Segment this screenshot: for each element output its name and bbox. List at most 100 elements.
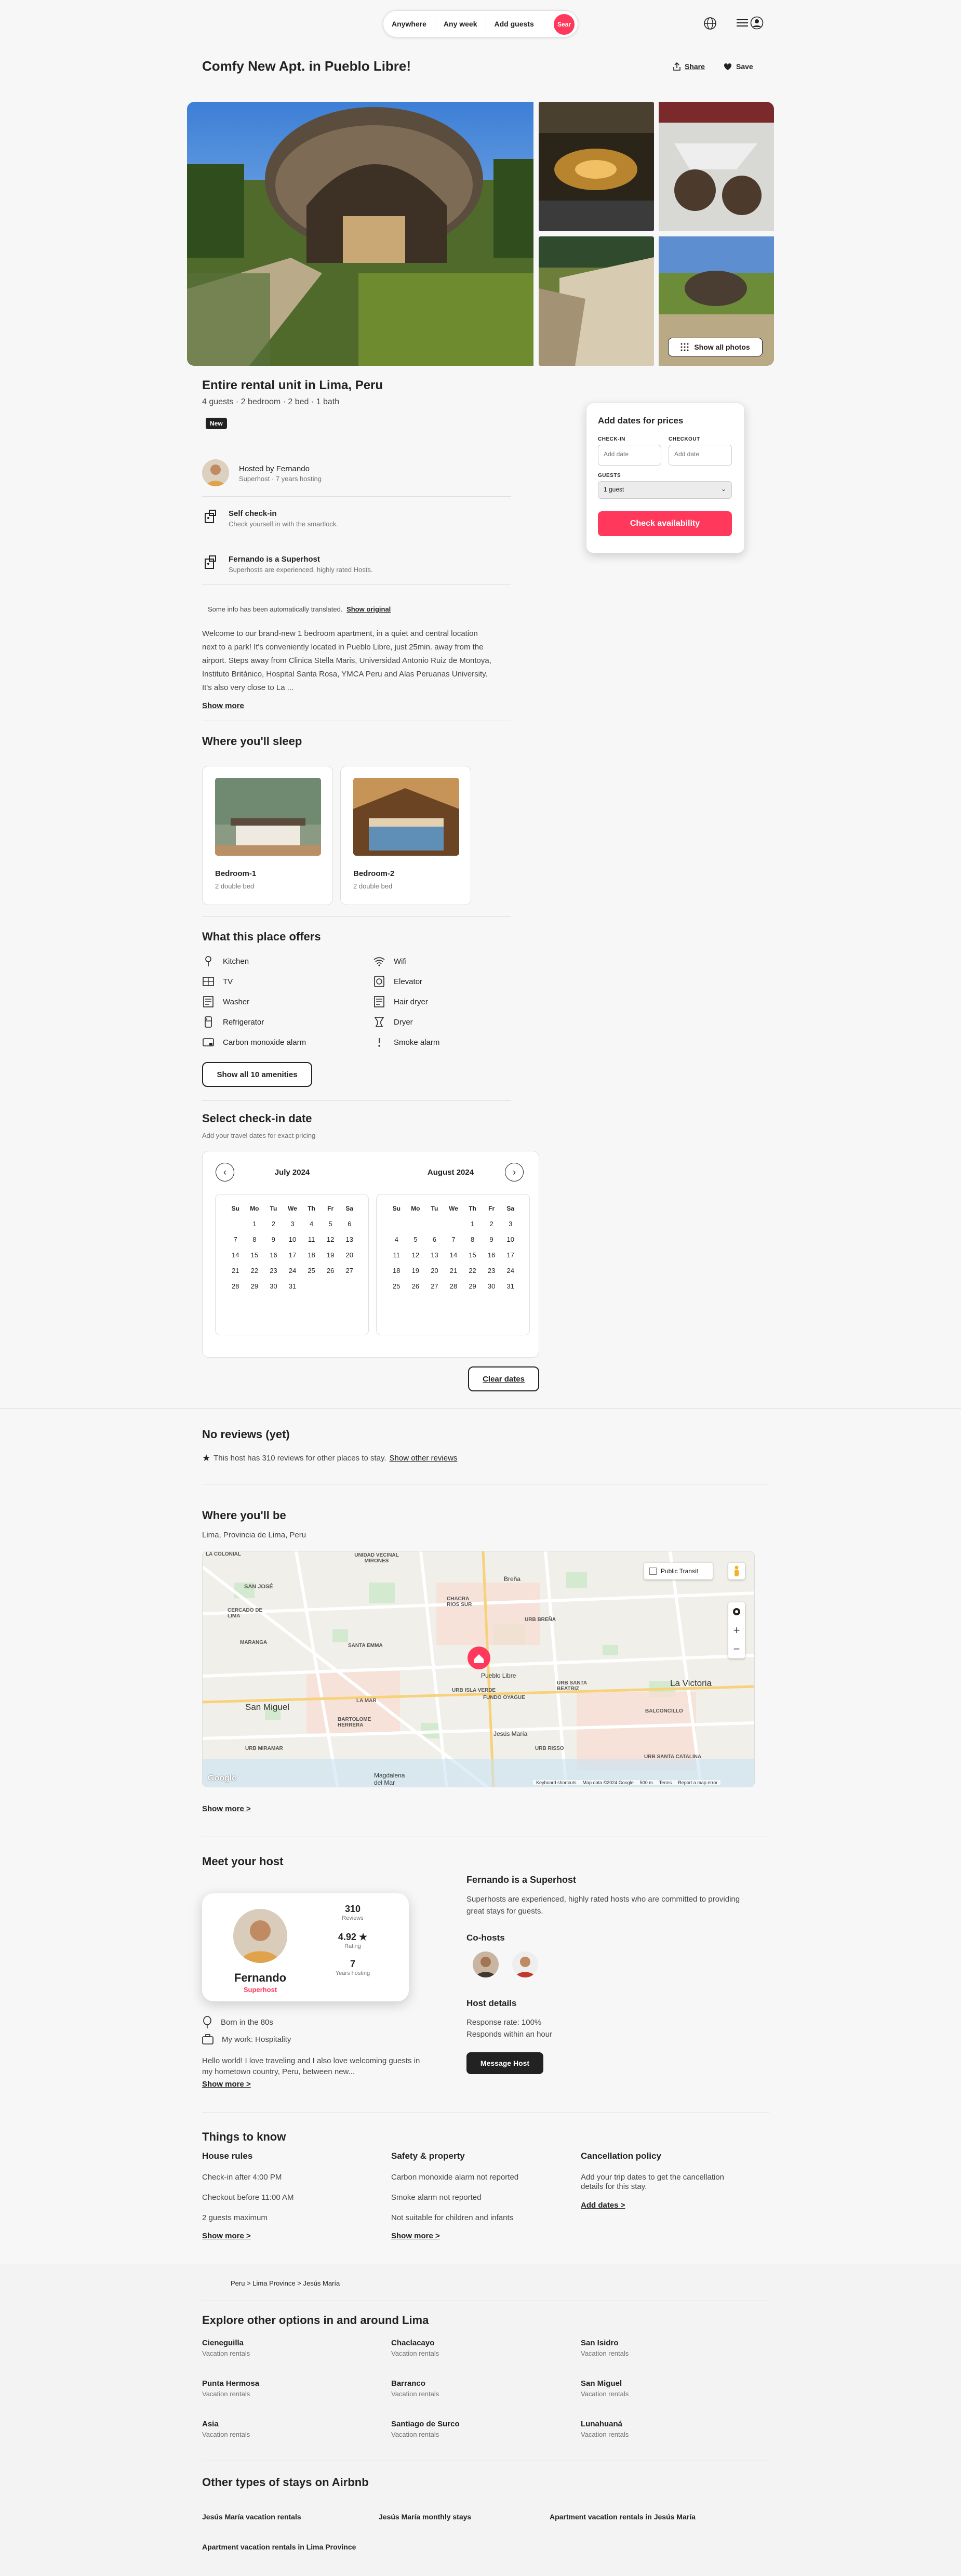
calendar-day[interactable]: 20 (340, 1251, 359, 1259)
calendar-day[interactable]: 6 (425, 1236, 444, 1243)
calendar-day[interactable]: 19 (321, 1251, 340, 1259)
safety-show-more[interactable]: Show more > (391, 2232, 440, 2240)
explore-item-8[interactable]: Santiago de Surco (391, 2420, 460, 2428)
main-photo[interactable] (187, 102, 533, 366)
calendar-day[interactable]: 29 (463, 1282, 482, 1290)
bedroom-card-2[interactable]: Bedroom-2 2 double bed (340, 766, 471, 905)
public-transit-toggle[interactable]: Public Transit (644, 1563, 713, 1579)
other-item-2[interactable]: Jesús María monthly stays (379, 2513, 471, 2521)
report-map-error-link[interactable]: Report a map error (678, 1780, 717, 1785)
calendar-day[interactable]: 2 (264, 1220, 283, 1228)
bedroom-card-1[interactable]: Bedroom-1 2 double bed (202, 766, 333, 905)
zoom-out-button[interactable]: − (728, 1640, 745, 1658)
calendar-day[interactable]: 4 (387, 1236, 406, 1243)
calendar-day[interactable]: 16 (482, 1251, 501, 1259)
search-add-guests[interactable]: Add guests (486, 18, 542, 30)
calendar-day[interactable]: 31 (283, 1282, 302, 1290)
breadcrumb[interactable]: Peru > Lima Province > Jesús María (231, 2279, 340, 2287)
map-pin[interactable] (468, 1646, 490, 1669)
calendar-day[interactable]: 11 (302, 1236, 321, 1243)
save-button[interactable]: Save (724, 62, 753, 71)
calendar-day[interactable]: 15 (463, 1251, 482, 1259)
photo-3[interactable] (659, 102, 774, 231)
calendar-day[interactable]: 2 (482, 1220, 501, 1228)
calendar-day[interactable]: 8 (245, 1236, 264, 1243)
user-menu-button[interactable] (732, 11, 768, 34)
calendar-day[interactable]: 9 (264, 1236, 283, 1243)
cohost-avatar-2[interactable] (512, 1951, 538, 1977)
calendar-day[interactable]: 22 (245, 1267, 264, 1274)
calendar-day[interactable]: 21 (226, 1267, 245, 1274)
description-show-more[interactable]: Show more (202, 701, 244, 710)
calendar-day[interactable]: 14 (444, 1251, 463, 1259)
share-button[interactable]: Share (673, 62, 705, 71)
calendar-day[interactable]: 18 (387, 1267, 406, 1274)
calendar-day[interactable]: 5 (406, 1236, 425, 1243)
calendar-day[interactable]: 13 (425, 1251, 444, 1259)
calendar-day[interactable]: 5 (321, 1220, 340, 1228)
calendar-day[interactable]: 7 (226, 1236, 245, 1243)
street-view-button[interactable] (728, 1563, 745, 1579)
other-item-4[interactable]: Apartment vacation rentals in Lima Provi… (202, 2543, 356, 2551)
house-rules-show-more[interactable]: Show more > (202, 2232, 251, 2240)
calendar-day[interactable]: 22 (463, 1267, 482, 1274)
location-show-more[interactable]: Show more > (202, 1804, 251, 1813)
keyboard-shortcuts-link[interactable]: Keyboard shortcuts (536, 1780, 577, 1785)
calendar-day[interactable]: 12 (406, 1251, 425, 1259)
calendar-day[interactable]: 27 (425, 1282, 444, 1290)
explore-item-6[interactable]: San Miguel (581, 2379, 622, 2388)
calendar-day[interactable]: 30 (482, 1282, 501, 1290)
photo-2[interactable] (539, 102, 654, 231)
calendar-day[interactable]: 14 (226, 1251, 245, 1259)
explore-item-7[interactable]: Asia (202, 2420, 219, 2428)
globe-icon[interactable] (702, 16, 718, 31)
guests-select[interactable]: 1 guest ⌄ (598, 481, 732, 499)
calendar-day[interactable]: 25 (302, 1267, 321, 1274)
explore-item-5[interactable]: Barranco (391, 2379, 425, 2388)
map[interactable]: LA COLONIAL UNIDAD VECINAL MIRONES Breña… (202, 1551, 755, 1787)
search-anywhere[interactable]: Anywhere (383, 18, 435, 30)
calendar-day[interactable]: 25 (387, 1282, 406, 1290)
host-card[interactable]: Fernando Superhost 310 Reviews 4.92 ★ Ra… (202, 1893, 409, 2001)
search-bar[interactable]: Anywhere Any week Add guests Sear (383, 10, 578, 37)
host-avatar[interactable] (202, 459, 229, 486)
calendar-day[interactable]: 23 (264, 1267, 283, 1274)
calendar-day[interactable]: 4 (302, 1220, 321, 1228)
calendar-day[interactable]: 17 (283, 1251, 302, 1259)
explore-item-9[interactable]: Lunahuaná (581, 2420, 622, 2428)
calendar-day[interactable]: 28 (226, 1282, 245, 1290)
calendar-day[interactable]: 11 (387, 1251, 406, 1259)
host-show-more[interactable]: Show more > (202, 2080, 251, 2089)
calendar-day[interactable]: 16 (264, 1251, 283, 1259)
calendar-day[interactable]: 3 (283, 1220, 302, 1228)
calendar-day[interactable]: 12 (321, 1236, 340, 1243)
calendar-day[interactable]: 17 (501, 1251, 520, 1259)
clear-dates-button[interactable]: Clear dates (468, 1366, 539, 1391)
calendar-day[interactable]: 26 (321, 1267, 340, 1274)
calendar-day[interactable]: 1 (463, 1220, 482, 1228)
terms-link[interactable]: Terms (659, 1780, 672, 1785)
calendar-day[interactable]: 21 (444, 1267, 463, 1274)
search-any-week[interactable]: Any week (435, 18, 486, 30)
calendar-day[interactable]: 18 (302, 1251, 321, 1259)
calendar-day[interactable]: 3 (501, 1220, 520, 1228)
calendar-day[interactable]: 26 (406, 1282, 425, 1290)
calendar-day[interactable]: 10 (283, 1236, 302, 1243)
checkout-field[interactable]: Add date (669, 445, 732, 466)
calendar-day[interactable]: 20 (425, 1267, 444, 1274)
calendar-day[interactable]: 29 (245, 1282, 264, 1290)
other-item-1[interactable]: Jesús María vacation rentals (202, 2513, 301, 2521)
calendar-day[interactable]: 24 (501, 1267, 520, 1274)
calendar-day[interactable]: 27 (340, 1267, 359, 1274)
calendar-day[interactable]: 10 (501, 1236, 520, 1243)
calendar-day[interactable]: 13 (340, 1236, 359, 1243)
photo-4[interactable] (539, 236, 654, 366)
message-host-button[interactable]: Message Host (466, 2052, 543, 2074)
zoom-in-button[interactable]: + (728, 1621, 745, 1640)
explore-item-1[interactable]: Cieneguilla (202, 2339, 244, 2347)
show-original-link[interactable]: Show original (346, 605, 391, 613)
calendar-day[interactable]: 6 (340, 1220, 359, 1228)
calendar-day[interactable]: 24 (283, 1267, 302, 1274)
checkin-field[interactable]: Add date (598, 445, 661, 466)
calendar-day[interactable]: 23 (482, 1267, 501, 1274)
